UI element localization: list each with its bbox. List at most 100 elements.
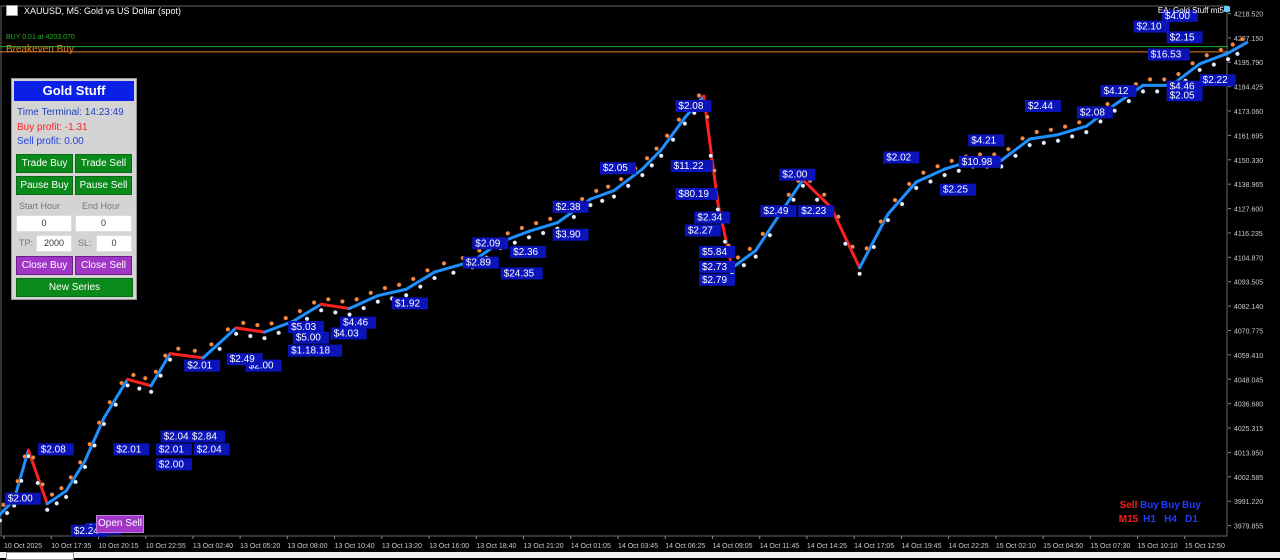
y-tick-label: 4161.695	[1234, 133, 1263, 140]
y-tick-label: 4048.045	[1234, 377, 1263, 384]
price-segment	[234, 326, 266, 334]
profit-label: $4.46	[343, 318, 368, 329]
trade-buy-button[interactable]: Trade Buy	[16, 154, 73, 173]
trade-marker	[432, 275, 437, 281]
trade-marker	[682, 121, 688, 127]
trade-sell-button[interactable]: Trade Sell	[75, 154, 132, 173]
trade-marker	[920, 170, 926, 176]
trade-marker	[339, 299, 345, 304]
trade-marker	[747, 246, 753, 252]
price-chart[interactable]: 4218.520 4207.150 4195.790 4184.425 4173.060…	[0, 0, 1280, 558]
pause-buy-button[interactable]: Pause Buy	[16, 176, 73, 195]
trade-marker	[892, 197, 898, 203]
window-icon	[6, 5, 18, 16]
price-segment	[1056, 124, 1088, 137]
tp-input[interactable]: 2000	[36, 235, 72, 252]
trade-marker	[800, 183, 806, 189]
close-buy-button[interactable]: Close Buy	[16, 256, 73, 275]
sl-input[interactable]: 0	[96, 235, 132, 252]
trade-marker	[649, 162, 655, 168]
trade-marker	[864, 245, 870, 251]
start-hour-label: Start Hour	[19, 201, 61, 211]
trade-marker	[512, 240, 518, 246]
trade-marker	[410, 276, 416, 282]
trade-marker	[1204, 52, 1210, 58]
trade-marker	[162, 353, 168, 359]
trade-marker	[587, 202, 593, 208]
trade-marker	[136, 386, 142, 392]
trade-marker	[283, 315, 289, 321]
close-sell-button[interactable]: Close Sell	[75, 256, 132, 275]
start-hour-input[interactable]: 0	[16, 215, 72, 232]
profit-label: $4.12	[1103, 86, 1128, 97]
profit-label: $2.02	[886, 152, 911, 163]
price-segment	[376, 287, 408, 298]
trade-marker	[722, 239, 728, 245]
x-tick-label: 13 Oct 18:40	[476, 543, 516, 550]
trade-marker	[63, 494, 69, 500]
y-tick-label: 4013.950	[1234, 450, 1263, 457]
profit-label: $5.03	[291, 322, 316, 333]
profit-label: $2.79	[702, 275, 727, 286]
y-tick-label: 4173.060	[1234, 109, 1263, 116]
trade-marker	[708, 153, 714, 159]
trade-marker	[68, 474, 74, 480]
trade-marker	[35, 480, 41, 486]
trade-marker	[1013, 153, 1018, 159]
trade-marker	[1069, 134, 1075, 139]
trade-marker	[54, 500, 60, 506]
x-tick-label: 13 Oct 02:40	[193, 543, 233, 550]
price-segment	[829, 206, 862, 270]
x-tick-label: 14 Oct 06:25	[665, 543, 705, 550]
trade-marker	[571, 214, 577, 220]
trade-marker	[579, 196, 585, 202]
trade-marker	[1112, 108, 1118, 114]
trade-marker	[599, 198, 605, 204]
open-sell-button[interactable]: Open Sell	[96, 515, 144, 533]
signal-row-top: Sell Buy Buy Buy	[1118, 500, 1202, 511]
trade-marker	[639, 172, 645, 178]
end-hour-input[interactable]: 0	[75, 215, 132, 232]
trade-marker	[1098, 118, 1103, 124]
y-tick-label: 4082.140	[1234, 304, 1263, 311]
trade-marker	[1005, 146, 1011, 152]
profit-label: $2.09	[475, 238, 500, 249]
profit-label: $2.84	[192, 431, 217, 442]
trade-marker	[942, 172, 948, 178]
trade-marker	[899, 201, 905, 207]
trade-marker	[1126, 98, 1132, 104]
signal-row-bottom: M15 H1 H4 D1	[1118, 514, 1202, 525]
symbol-tab[interactable]	[6, 552, 74, 560]
y-tick-label: 4070.775	[1234, 328, 1263, 335]
trade-marker	[1234, 51, 1240, 57]
sl-label: SL:	[78, 238, 92, 248]
profit-label: $2.49	[763, 206, 788, 217]
trade-marker	[382, 285, 388, 291]
trade-marker	[125, 382, 130, 388]
profit-label: $2.08	[1080, 107, 1105, 118]
profit-label: $2.27	[688, 225, 713, 236]
new-series-button[interactable]: New Series	[16, 278, 133, 297]
trade-marker	[18, 478, 24, 484]
trade-marker	[1020, 135, 1025, 141]
tf-m15: M15	[1118, 514, 1139, 525]
price-segment	[801, 178, 833, 210]
chart-title-bar: XAUUSD, M5: Gold vs US Dollar (spot)	[6, 5, 181, 16]
x-tick-label: 14 Oct 22:25	[949, 543, 989, 550]
profit-label: $2.73	[702, 262, 727, 273]
profit-label: $2.23	[801, 206, 826, 217]
profit-label: $10.98	[962, 157, 993, 168]
trade-marker	[658, 153, 664, 159]
trade-marker	[1076, 119, 1082, 125]
signal-m15: Sell	[1119, 500, 1138, 511]
tp-label: TP:	[19, 238, 34, 248]
pause-sell-button[interactable]: Pause Sell	[75, 176, 132, 195]
trade-marker	[1041, 140, 1047, 146]
profit-label: $2.38	[556, 202, 581, 213]
trade-marker	[654, 146, 659, 152]
trade-marker	[354, 296, 360, 302]
trade-marker	[1218, 47, 1224, 53]
trade-marker	[593, 188, 599, 194]
trade-marker	[30, 455, 36, 461]
price-segment	[319, 302, 352, 311]
